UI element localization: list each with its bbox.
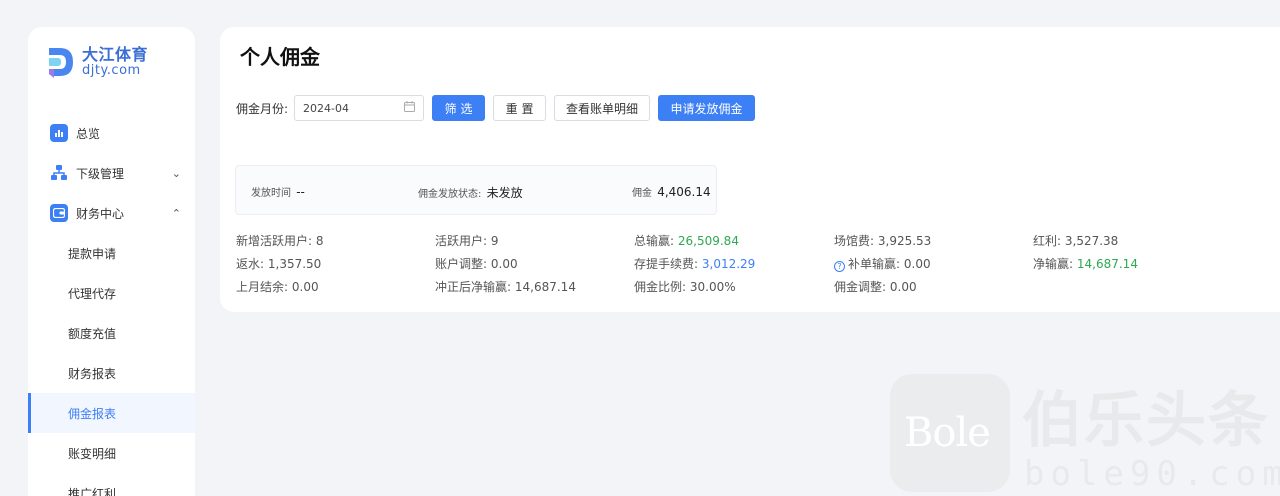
sidebar: 大江体育 djty.com 总览 下级管理 ⌄ 财务中心 ⌃ 提款申请 代理代存: [28, 27, 195, 496]
commission-amount-value: 4,406.14: [657, 185, 711, 199]
brand-logo[interactable]: 大江体育 djty.com: [46, 45, 148, 79]
filter-bar: 佣金月份: 2024-04 筛 选 重 置 查看账单明细 申请发放佣金: [236, 95, 756, 121]
watermark-cn: 伯乐头条: [1022, 386, 1270, 456]
stat-net-win-loss: 净输赢: 14,687.14: [1033, 257, 1138, 271]
stat-rebate: 返水: 1,357.50: [236, 257, 322, 271]
sidebar-subitem-quota-recharge[interactable]: 额度充值: [28, 313, 195, 353]
sidebar-item-overview[interactable]: 总览: [28, 113, 195, 153]
brand-name-cn: 大江体育: [82, 45, 149, 64]
stat-commission-adjust: 佣金调整: 0.00: [834, 280, 917, 294]
watermark-en: bole90.com: [1024, 454, 1280, 494]
filter-button[interactable]: 筛 选: [432, 95, 486, 121]
chevron-down-icon: ⌄: [171, 166, 181, 180]
sidebar-item-finance[interactable]: 财务中心 ⌃: [28, 193, 195, 233]
stat-active-users: 活跃用户: 9: [435, 234, 499, 248]
month-value: 2024-04: [303, 101, 350, 115]
page-title: 个人佣金: [240, 45, 320, 69]
sidebar-subitem-commission-report[interactable]: 佣金报表: [28, 393, 195, 433]
wallet-icon: [50, 204, 68, 222]
sidebar-subitem-account-changes[interactable]: 账变明细: [28, 433, 195, 473]
help-icon[interactable]: ?: [834, 261, 845, 272]
commission-panel: 个人佣金 佣金月份: 2024-04 筛 选 重 置 查看账单明细 申请发放佣金…: [220, 27, 1280, 312]
stat-makeup-win-loss: ? 补单输赢: 0.00: [834, 255, 931, 272]
watermark-badge-text: Bole: [904, 410, 991, 456]
sidebar-item-label: 总览: [76, 126, 101, 141]
payout-time-value: --: [296, 185, 305, 199]
payout-status-box: 发放时间 -- 佣金发放状态: 未发放 佣金 4,406.14: [235, 165, 717, 215]
stat-commission-rate: 佣金比例: 30.00%: [634, 280, 736, 294]
org-tree-icon: [50, 164, 68, 182]
sidebar-item-label: 财务中心: [76, 206, 125, 221]
payout-time: 发放时间 --: [251, 185, 305, 199]
payout-state: 佣金发放状态: 未发放: [418, 186, 523, 200]
stat-deposit-withdraw-fee: 存提手续费: 3,012.29: [634, 257, 756, 271]
chevron-up-icon: ⌃: [171, 206, 181, 220]
stat-corrected-net: 冲正后净输赢: 14,687.14: [435, 280, 576, 294]
stat-account-adjust: 账户调整: 0.00: [435, 257, 518, 271]
stat-bonus: 红利: 3,527.38: [1033, 234, 1119, 248]
stat-total-win-loss: 总输赢: 26,509.84: [634, 234, 739, 248]
reset-button[interactable]: 重 置: [493, 95, 547, 121]
sidebar-subitem-finance-report[interactable]: 财务报表: [28, 353, 195, 393]
calendar-icon: [404, 101, 416, 115]
sidebar-item-subordinates[interactable]: 下级管理 ⌄: [28, 153, 195, 193]
sidebar-subitem-agent-deposit[interactable]: 代理代存: [28, 273, 195, 313]
sidebar-subitem-promo-bonus[interactable]: 推广红利: [28, 473, 195, 496]
commission-amount: 佣金 4,406.14: [632, 185, 711, 199]
apply-commission-button[interactable]: 申请发放佣金: [658, 95, 756, 121]
sidebar-subitem-withdraw[interactable]: 提款申请: [28, 233, 195, 273]
watermark-badge: [890, 374, 1010, 492]
month-label: 佣金月份:: [236, 101, 289, 116]
watermark: Bole 伯乐头条 bole90.com: [890, 374, 1280, 496]
stat-last-month-balance: 上月结余: 0.00: [236, 280, 319, 294]
month-picker[interactable]: 2024-04: [294, 95, 425, 121]
stat-venue-fee: 场馆费: 3,925.53: [834, 234, 932, 248]
stat-new-active-users: 新增活跃用户: 8: [236, 234, 324, 248]
brand-name-en: djty.com: [82, 63, 141, 78]
sidebar-item-label: 下级管理: [76, 166, 125, 181]
view-bill-detail-button[interactable]: 查看账单明细: [554, 95, 651, 121]
payout-state-value: 未发放: [486, 186, 523, 200]
sidebar-nav: 总览 下级管理 ⌄ 财务中心 ⌃ 提款申请 代理代存 额度充值 财务报表 佣金报…: [28, 113, 195, 496]
bar-chart-icon: [50, 124, 68, 142]
logo-mark-icon: [46, 45, 76, 79]
